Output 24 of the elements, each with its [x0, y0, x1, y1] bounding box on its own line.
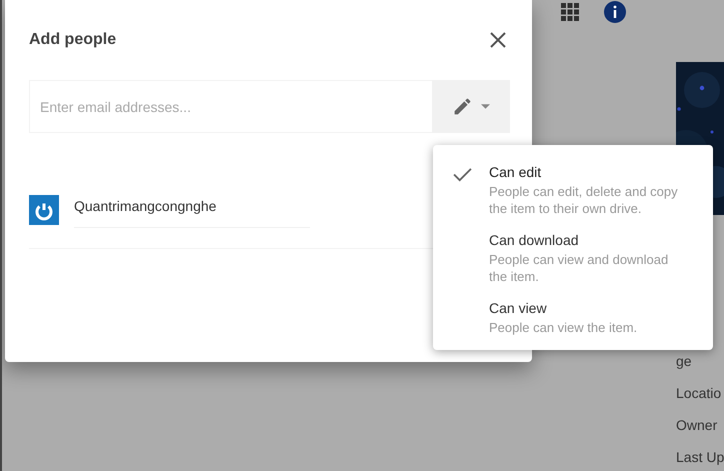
- detail-label: ge: [676, 352, 693, 370]
- close-icon[interactable]: [490, 32, 506, 48]
- option-label: Can edit: [489, 163, 542, 181]
- permission-option[interactable]: Can edit People can edit, delete and copy the item to their own drive.: [433, 163, 713, 217]
- permission-option[interactable]: Can view People can view the item.: [433, 299, 713, 336]
- option-description: People can edit, delete and copy the item to their own drive.: [489, 183, 679, 217]
- pencil-icon: [452, 96, 473, 117]
- permission-option[interactable]: Can download People can view and download the item.: [433, 231, 713, 285]
- option-description: People can view the item.: [489, 319, 638, 336]
- detail-label: Owner: [676, 416, 718, 434]
- option-label: Can download: [489, 231, 580, 249]
- option-label: Can view: [489, 299, 548, 317]
- detail-label: Last Up: [676, 448, 724, 466]
- avatar-icon: [29, 195, 59, 225]
- info-icon[interactable]: [604, 1, 626, 23]
- email-field[interactable]: Enter email addresses...: [29, 80, 432, 133]
- detail-label: Locatio: [676, 384, 722, 402]
- caret-icon: [481, 104, 490, 109]
- option-description: People can view and download the item.: [489, 251, 670, 285]
- permission-button[interactable]: [432, 80, 510, 133]
- check-icon: [453, 167, 472, 182]
- apps-grid-icon[interactable]: [561, 3, 579, 21]
- person-name: Quantrimangcongnghe: [74, 198, 310, 228]
- dialog-title: Add people: [29, 31, 116, 49]
